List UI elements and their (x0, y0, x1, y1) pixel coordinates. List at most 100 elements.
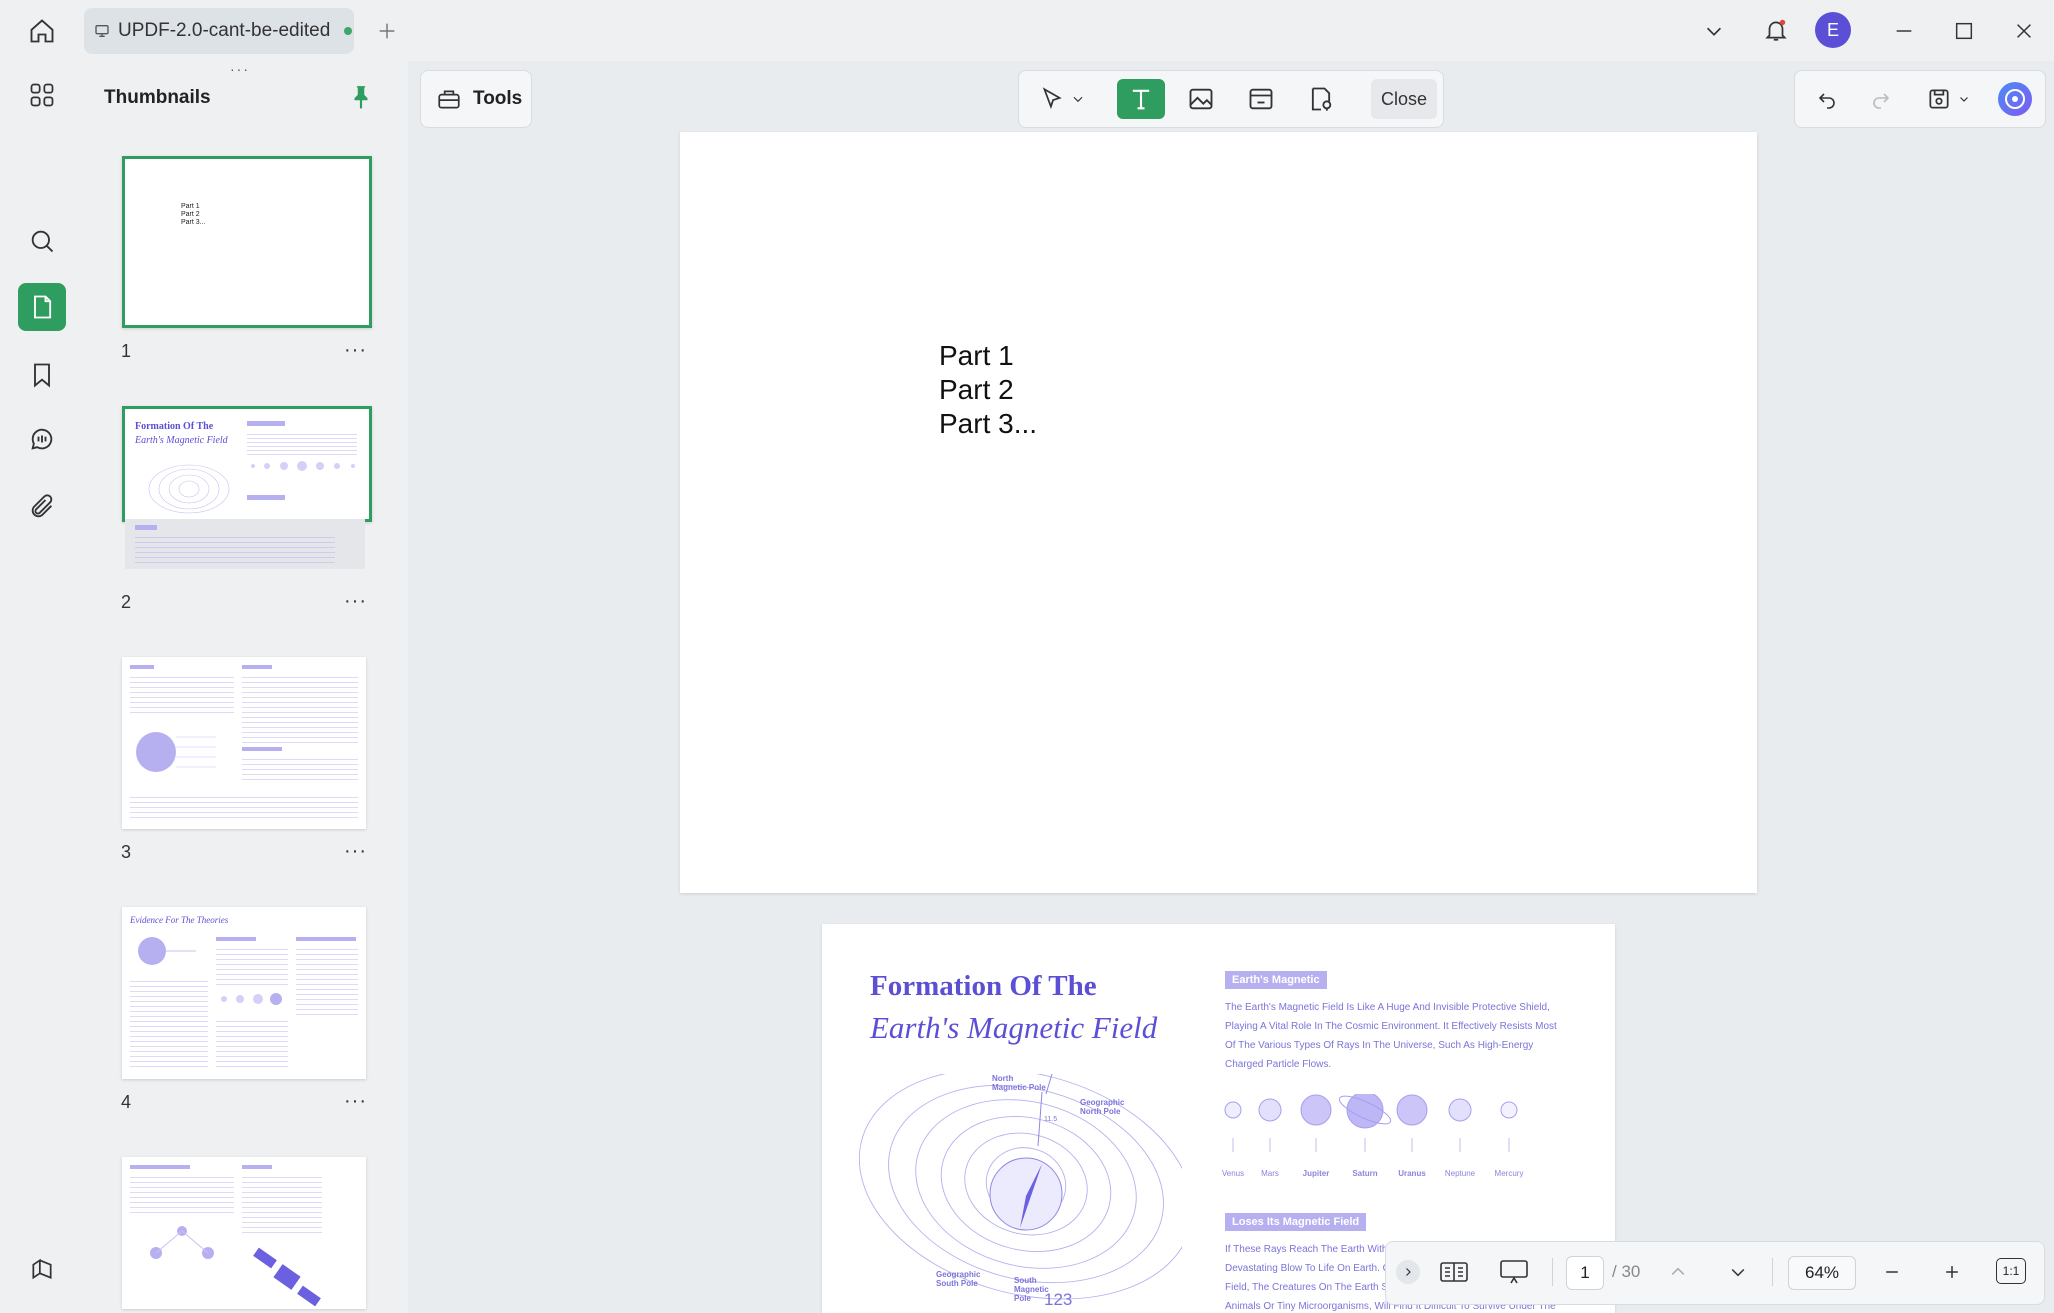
pin-icon[interactable] (348, 83, 374, 111)
angle-label: 11.5 (1044, 1116, 1058, 1123)
divider (1552, 1258, 1553, 1286)
attachment-icon[interactable] (18, 483, 66, 531)
thumbnail-page-4-title: Evidence For The Theories (130, 915, 229, 925)
comment-icon[interactable] (18, 415, 66, 463)
unsaved-indicator (344, 27, 353, 35)
zoom-out-icon[interactable] (1876, 1256, 1908, 1288)
north-magnetic-pole-label: North Magnetic Pole (992, 1074, 1046, 1092)
thumbnail-page-1-more-button[interactable]: ··· (344, 339, 367, 362)
user-initial: E (1826, 19, 1839, 40)
thumbnail-page-2-text-block (247, 431, 357, 457)
thumbnail-page-3-number: 3 (121, 842, 132, 862)
planet-label-neptune: Neptune (1444, 1169, 1476, 1178)
thumbnail-page-2-planets (251, 461, 355, 471)
presentation-icon[interactable] (1496, 1256, 1532, 1288)
page-layout-icon[interactable] (1436, 1256, 1472, 1288)
page-2-subtitle[interactable]: Earth's Magnetic Field (870, 1010, 1157, 1046)
title-bar: UPDF-2.0-cant-be-edited E (0, 0, 2054, 61)
panel-title: Thumbnails (104, 87, 211, 108)
planet-label-saturn: Saturn (1352, 1169, 1378, 1178)
thumbnail-page-2-overflow (125, 519, 365, 569)
thumbnail-page-4-number: 4 (121, 1092, 132, 1112)
apps-icon[interactable] (18, 71, 66, 119)
thumbnail-page-3-more-button[interactable]: ··· (344, 840, 367, 863)
notification-bell-icon[interactable] (1758, 12, 1794, 48)
zoom-level-field[interactable]: 64% (1788, 1256, 1856, 1290)
satellite-illustration (253, 1247, 321, 1307)
watermark-icon (1311, 87, 1332, 111)
save-menu-button[interactable] (1915, 79, 1981, 119)
thumbnail-page-1-number: 1 (121, 341, 132, 361)
total-pages-label: / 30 (1612, 1262, 1641, 1281)
thumbnail-page-3-diagram (136, 732, 216, 772)
close-window-icon[interactable] (2006, 14, 2042, 48)
section-earths-magnetic-title[interactable]: Earth's Magnetic (1225, 971, 1327, 989)
section-earths-magnetic-body[interactable]: The Earth's Magnetic Field Is Like A Hug… (1225, 998, 1557, 1074)
ai-assistant-icon[interactable] (1991, 79, 2039, 119)
cursor-icon (1042, 87, 1062, 110)
redo-icon[interactable] (1857, 79, 1905, 119)
actual-size-button[interactable]: 1:1 (1996, 1258, 2026, 1284)
page-2-title[interactable]: Formation Of The (870, 970, 1097, 1003)
edit-text-button[interactable] (1117, 79, 1165, 119)
select-tool-button[interactable] (1031, 79, 1093, 119)
link-icon (1249, 88, 1273, 110)
close-edit-button[interactable]: Close (1371, 79, 1437, 119)
next-page-icon[interactable] (1722, 1256, 1754, 1288)
layers-icon[interactable] (18, 1245, 66, 1293)
text-icon (1132, 89, 1150, 110)
home-icon[interactable] (22, 14, 62, 48)
image-icon (1189, 88, 1213, 110)
chevron-down-icon (1960, 97, 1968, 102)
thumbnails-panel: ··· Thumbnails Part 1 Part 2 Part 3... 1 ·… (82, 61, 409, 1313)
planets-illustration (1224, 1094, 1518, 1152)
planet-label-mars: Mars (1261, 1169, 1279, 1178)
section-loses-magnetic-field-title[interactable]: Loses Its Magnetic Field (1225, 1213, 1367, 1231)
edit-image-button[interactable] (1177, 79, 1225, 119)
toolbox-icon (435, 86, 463, 112)
page-number-input[interactable]: 1 (1566, 1256, 1604, 1290)
thumbnail-page-4[interactable]: Evidence For The Theories (122, 907, 366, 1079)
thumbnail-page-1-text: Part 1 Part 2 Part 3... (181, 203, 206, 226)
maximize-icon[interactable] (1946, 14, 1982, 48)
thumbnail-page-2-title: Formation Of The (135, 421, 214, 432)
expand-bar-icon[interactable] (1396, 1260, 1420, 1284)
pages-icon[interactable] (18, 283, 66, 331)
tools-button[interactable]: Tools (420, 70, 532, 128)
watermark-button[interactable] (1297, 79, 1345, 119)
magnetic-field-diagram (858, 1074, 1182, 1300)
minimize-icon[interactable] (1886, 14, 1922, 48)
zoom-in-icon[interactable] (1936, 1256, 1968, 1288)
page-2-number: 123 (1044, 1290, 1073, 1309)
thumbnail-page-4-diagram (138, 937, 196, 965)
thumbnail-page-1[interactable]: Part 1 Part 2 Part 3... (122, 156, 372, 328)
page-1-line-2[interactable]: Part 2 (939, 374, 1014, 406)
previous-page-icon[interactable] (1662, 1256, 1694, 1288)
undo-icon[interactable] (1803, 79, 1851, 119)
document-tab-icon (94, 23, 110, 39)
document-page-1[interactable]: Part 1 Part 2 Part 3... (680, 132, 1757, 893)
bookmark-icon[interactable] (18, 351, 66, 399)
thumbnail-page-2-more-button[interactable]: ··· (344, 590, 367, 613)
planet-label-mercury: Mercury (1494, 1169, 1524, 1178)
edit-link-button[interactable] (1237, 79, 1285, 119)
search-icon[interactable] (18, 217, 66, 265)
geographic-north-pole-label: Geographic North Pole (1080, 1098, 1125, 1116)
thumbnail-page-3[interactable] (122, 657, 366, 829)
thumbnail-page-4-more-button[interactable]: ··· (344, 1090, 367, 1113)
close-edit-label: Close (1380, 88, 1428, 109)
user-avatar[interactable]: E (1815, 12, 1851, 48)
panel-resize-handle[interactable]: ··· (230, 61, 250, 77)
page-1-line-1[interactable]: Part 1 (939, 340, 1014, 372)
thumbnail-page-4-planets (221, 993, 282, 1005)
thumbnail-page-2-subtitle: Earth's Magnetic Field (135, 435, 228, 446)
planet-label-jupiter: Jupiter (1302, 1169, 1330, 1178)
planet-label-uranus: Uranus (1398, 1169, 1426, 1178)
page-1-line-3[interactable]: Part 3... (939, 408, 1037, 440)
thumbnail-page-5[interactable] (122, 1157, 366, 1309)
right-toolbar (1794, 70, 2046, 128)
new-tab-icon[interactable] (372, 14, 402, 48)
document-tab[interactable]: UPDF-2.0-cant-be-edited (84, 8, 354, 54)
thumbnail-page-2[interactable]: Formation Of The Earth's Magnetic Field (122, 406, 372, 522)
chevron-down-icon[interactable] (1698, 14, 1730, 48)
